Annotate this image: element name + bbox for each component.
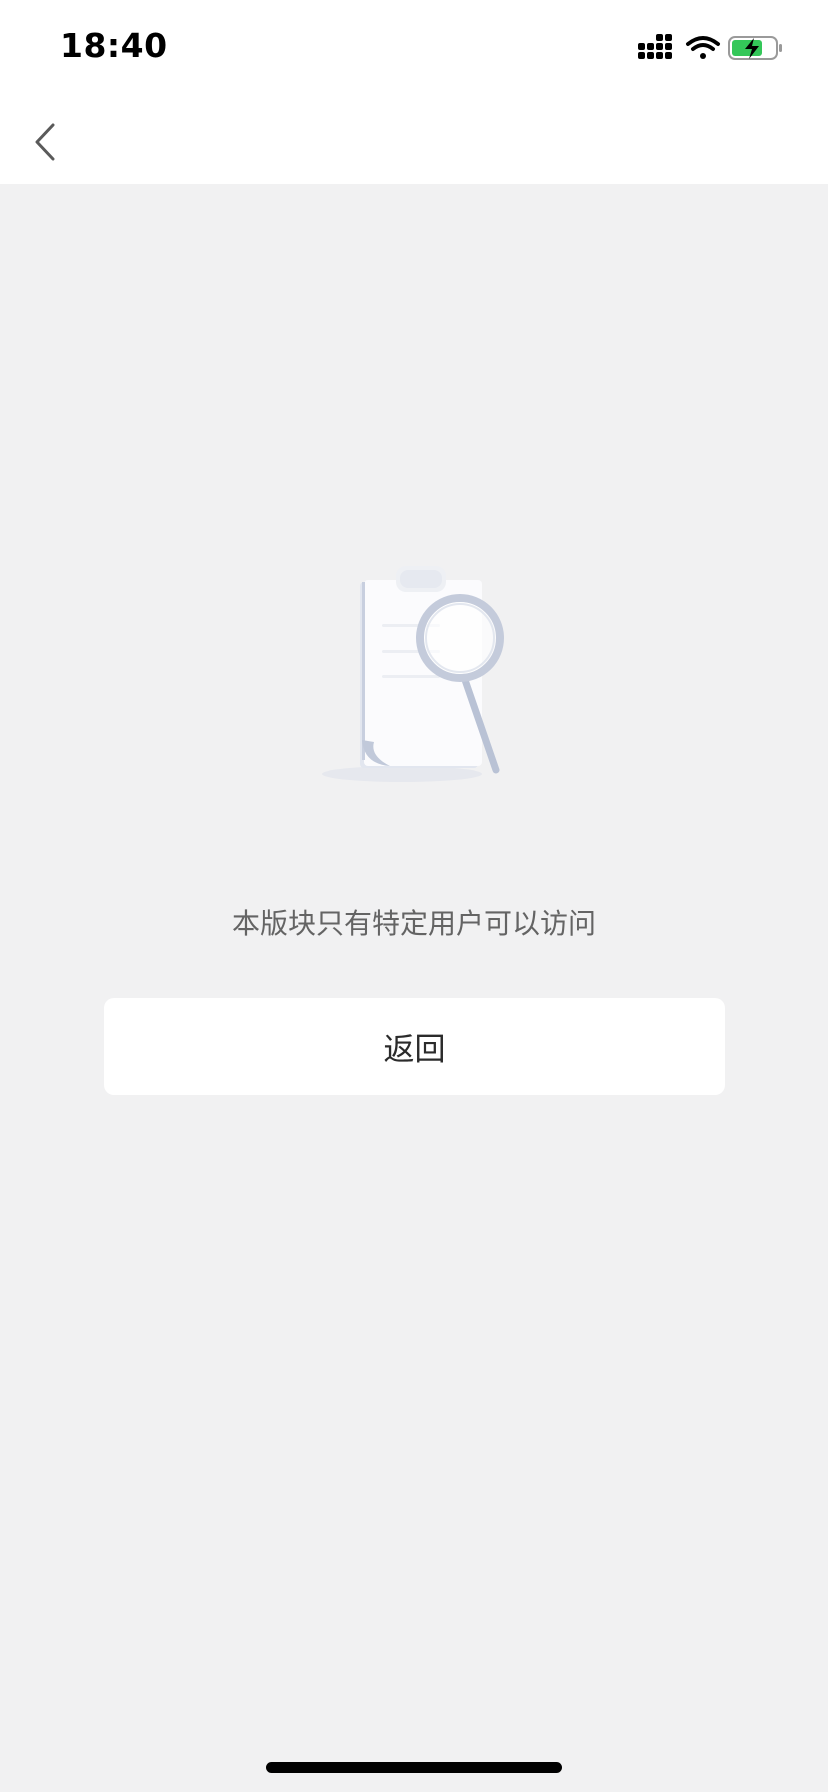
cellular-signal-icon	[638, 34, 672, 59]
status-time: 18:40	[60, 26, 168, 65]
wifi-icon	[686, 36, 720, 59]
status-bar: 18:40	[0, 0, 828, 100]
return-button[interactable]: 返回	[104, 998, 725, 1095]
document-search-icon	[306, 560, 522, 784]
nav-bar	[0, 100, 828, 184]
chevron-left-icon	[35, 123, 55, 161]
access-restricted-message: 本版块只有特定用户可以访问	[231, 907, 596, 940]
empty-state: 本版块只有特定用户可以访问 返回	[0, 184, 828, 1792]
home-indicator[interactable]	[266, 1762, 562, 1773]
status-icons	[636, 34, 796, 66]
back-button[interactable]	[20, 116, 72, 168]
battery-charging-icon	[728, 36, 782, 60]
